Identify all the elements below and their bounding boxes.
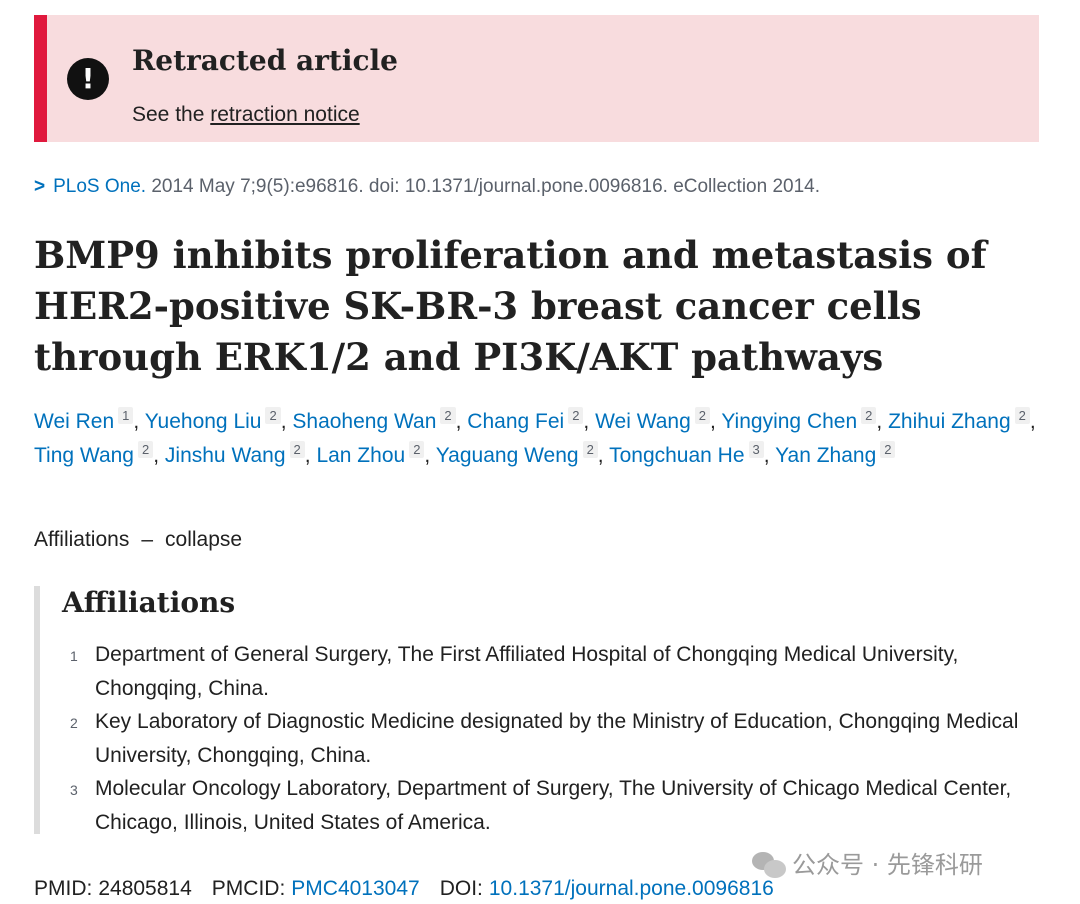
doi-link[interactable]: 10.1371/journal.pone.0096816: [489, 877, 774, 900]
author-link[interactable]: Yingying Chen: [721, 410, 857, 433]
author-link[interactable]: Shaoheng Wan: [292, 410, 436, 433]
article-title: BMP9 inhibits proliferation and metastas…: [34, 233, 987, 379]
author-link[interactable]: Lan Zhou: [316, 444, 405, 467]
watermark-text: 公众号 · 先锋科研: [792, 851, 983, 879]
watermark: 公众号 · 先锋科研: [752, 845, 983, 880]
author-link[interactable]: Yan Zhang: [775, 444, 876, 467]
author-separator: ,: [876, 410, 889, 433]
collapse-link[interactable]: collapse: [165, 528, 242, 551]
journal-link[interactable]: PLoS One.: [53, 176, 146, 197]
author-list: Wei Ren 1, Yuehong Liu 2, Shaoheng Wan 2, C…: [34, 405, 1044, 472]
affiliation-item: 2 Key Laboratory of Diagnostic Medicine …: [40, 705, 1030, 772]
author-link[interactable]: Wei Ren: [34, 410, 114, 433]
author-separator: ,: [455, 410, 468, 433]
affiliations-toggle-label: Affiliations: [34, 528, 130, 551]
affiliations-list: 1 Department of General Surgery, The Fir…: [40, 638, 1030, 839]
affiliation-text: Molecular Oncology Laboratory, Departmen…: [95, 777, 1012, 834]
author-separator: ,: [763, 443, 776, 467]
author-separator: ,: [424, 443, 436, 467]
author-affiliation-badge[interactable]: 2: [861, 407, 877, 424]
author-separator: ,: [583, 410, 596, 433]
affiliations-panel: Affiliations 1 Department of General Sur…: [34, 586, 1034, 834]
author-affiliation-badge[interactable]: 3: [748, 440, 764, 458]
affiliation-item: 1 Department of General Surgery, The Fir…: [40, 638, 1030, 705]
citation-details: 2014 May 7;9(5):e96816. doi: 10.1371/jou…: [151, 176, 821, 197]
article-identifiers: PMID: 24805814 PMCID: PMC4013047 DOI: 10.1371…: [34, 877, 774, 901]
pmid-label: PMID:: [34, 877, 93, 900]
author-link[interactable]: Zhihui Zhang: [888, 410, 1011, 433]
author-separator: ,: [1029, 410, 1036, 433]
author-link[interactable]: Yaguang Weng: [436, 444, 579, 467]
doi-label: DOI:: [439, 877, 483, 900]
author-separator: ,: [133, 410, 145, 433]
author-affiliation-badge[interactable]: 2: [582, 440, 598, 458]
affiliation-number: 1: [70, 648, 78, 664]
author-link[interactable]: Chang Fei: [467, 410, 564, 433]
author-separator: ,: [597, 443, 610, 467]
pmid-value: 24805814: [98, 877, 192, 900]
author-affiliation-badge[interactable]: 2: [440, 407, 456, 424]
banner-accent-bar: [34, 15, 47, 142]
author-link[interactable]: Ting Wang: [34, 444, 134, 467]
banner-subtext: See the retraction notice: [132, 103, 360, 127]
citation-line: > PLoS One. 2014 May 7;9(5):e96816. doi: …: [34, 176, 820, 198]
author-link[interactable]: Yuehong Liu: [145, 410, 262, 433]
banner-sub-prefix: See the: [132, 103, 205, 126]
retraction-banner: ! Retracted article See the retraction n…: [34, 15, 1039, 142]
author-link[interactable]: Wei Wang: [595, 410, 691, 433]
author-affiliation-badge[interactable]: 2: [138, 440, 154, 458]
retraction-notice-link[interactable]: retraction notice: [210, 103, 359, 126]
author-link[interactable]: Tongchuan He: [609, 444, 744, 467]
author-affiliation-badge[interactable]: 1: [118, 407, 134, 424]
exclamation-icon: !: [67, 58, 109, 100]
pmcid-label: PMCID:: [211, 877, 286, 900]
author-separator: ,: [153, 443, 165, 467]
author-separator: ,: [710, 410, 722, 433]
author-separator: ,: [304, 443, 317, 467]
chevron-right-icon[interactable]: >: [34, 176, 45, 197]
author-separator: ,: [280, 410, 293, 433]
author-affiliation-badge[interactable]: 2: [694, 407, 711, 424]
author-affiliation-badge[interactable]: 2: [409, 440, 425, 458]
author-affiliation-badge[interactable]: 2: [880, 440, 896, 458]
affiliations-toggle[interactable]: Affiliations – collapse: [34, 528, 242, 552]
banner-title: Retracted article: [132, 44, 398, 77]
author-affiliation-badge[interactable]: 2: [265, 407, 281, 424]
wechat-icon: [752, 850, 786, 878]
affiliation-text: Key Laboratory of Diagnostic Medicine de…: [95, 710, 1019, 767]
author-affiliation-badge[interactable]: 2: [289, 440, 305, 458]
affiliation-number: 2: [70, 715, 78, 731]
author-affiliation-badge[interactable]: 2: [1014, 407, 1030, 424]
author-link[interactable]: Jinshu Wang: [165, 444, 286, 467]
author-affiliation-badge[interactable]: 2: [568, 407, 584, 424]
affiliations-heading: Affiliations: [62, 586, 236, 619]
affiliation-text: Department of General Surgery, The First…: [95, 643, 959, 700]
pmcid-link[interactable]: PMC4013047: [291, 877, 419, 900]
affiliation-item: 3 Molecular Oncology Laboratory, Departm…: [40, 772, 1030, 839]
collapse-icon[interactable]: –: [141, 528, 153, 551]
affiliation-number: 3: [70, 782, 78, 798]
